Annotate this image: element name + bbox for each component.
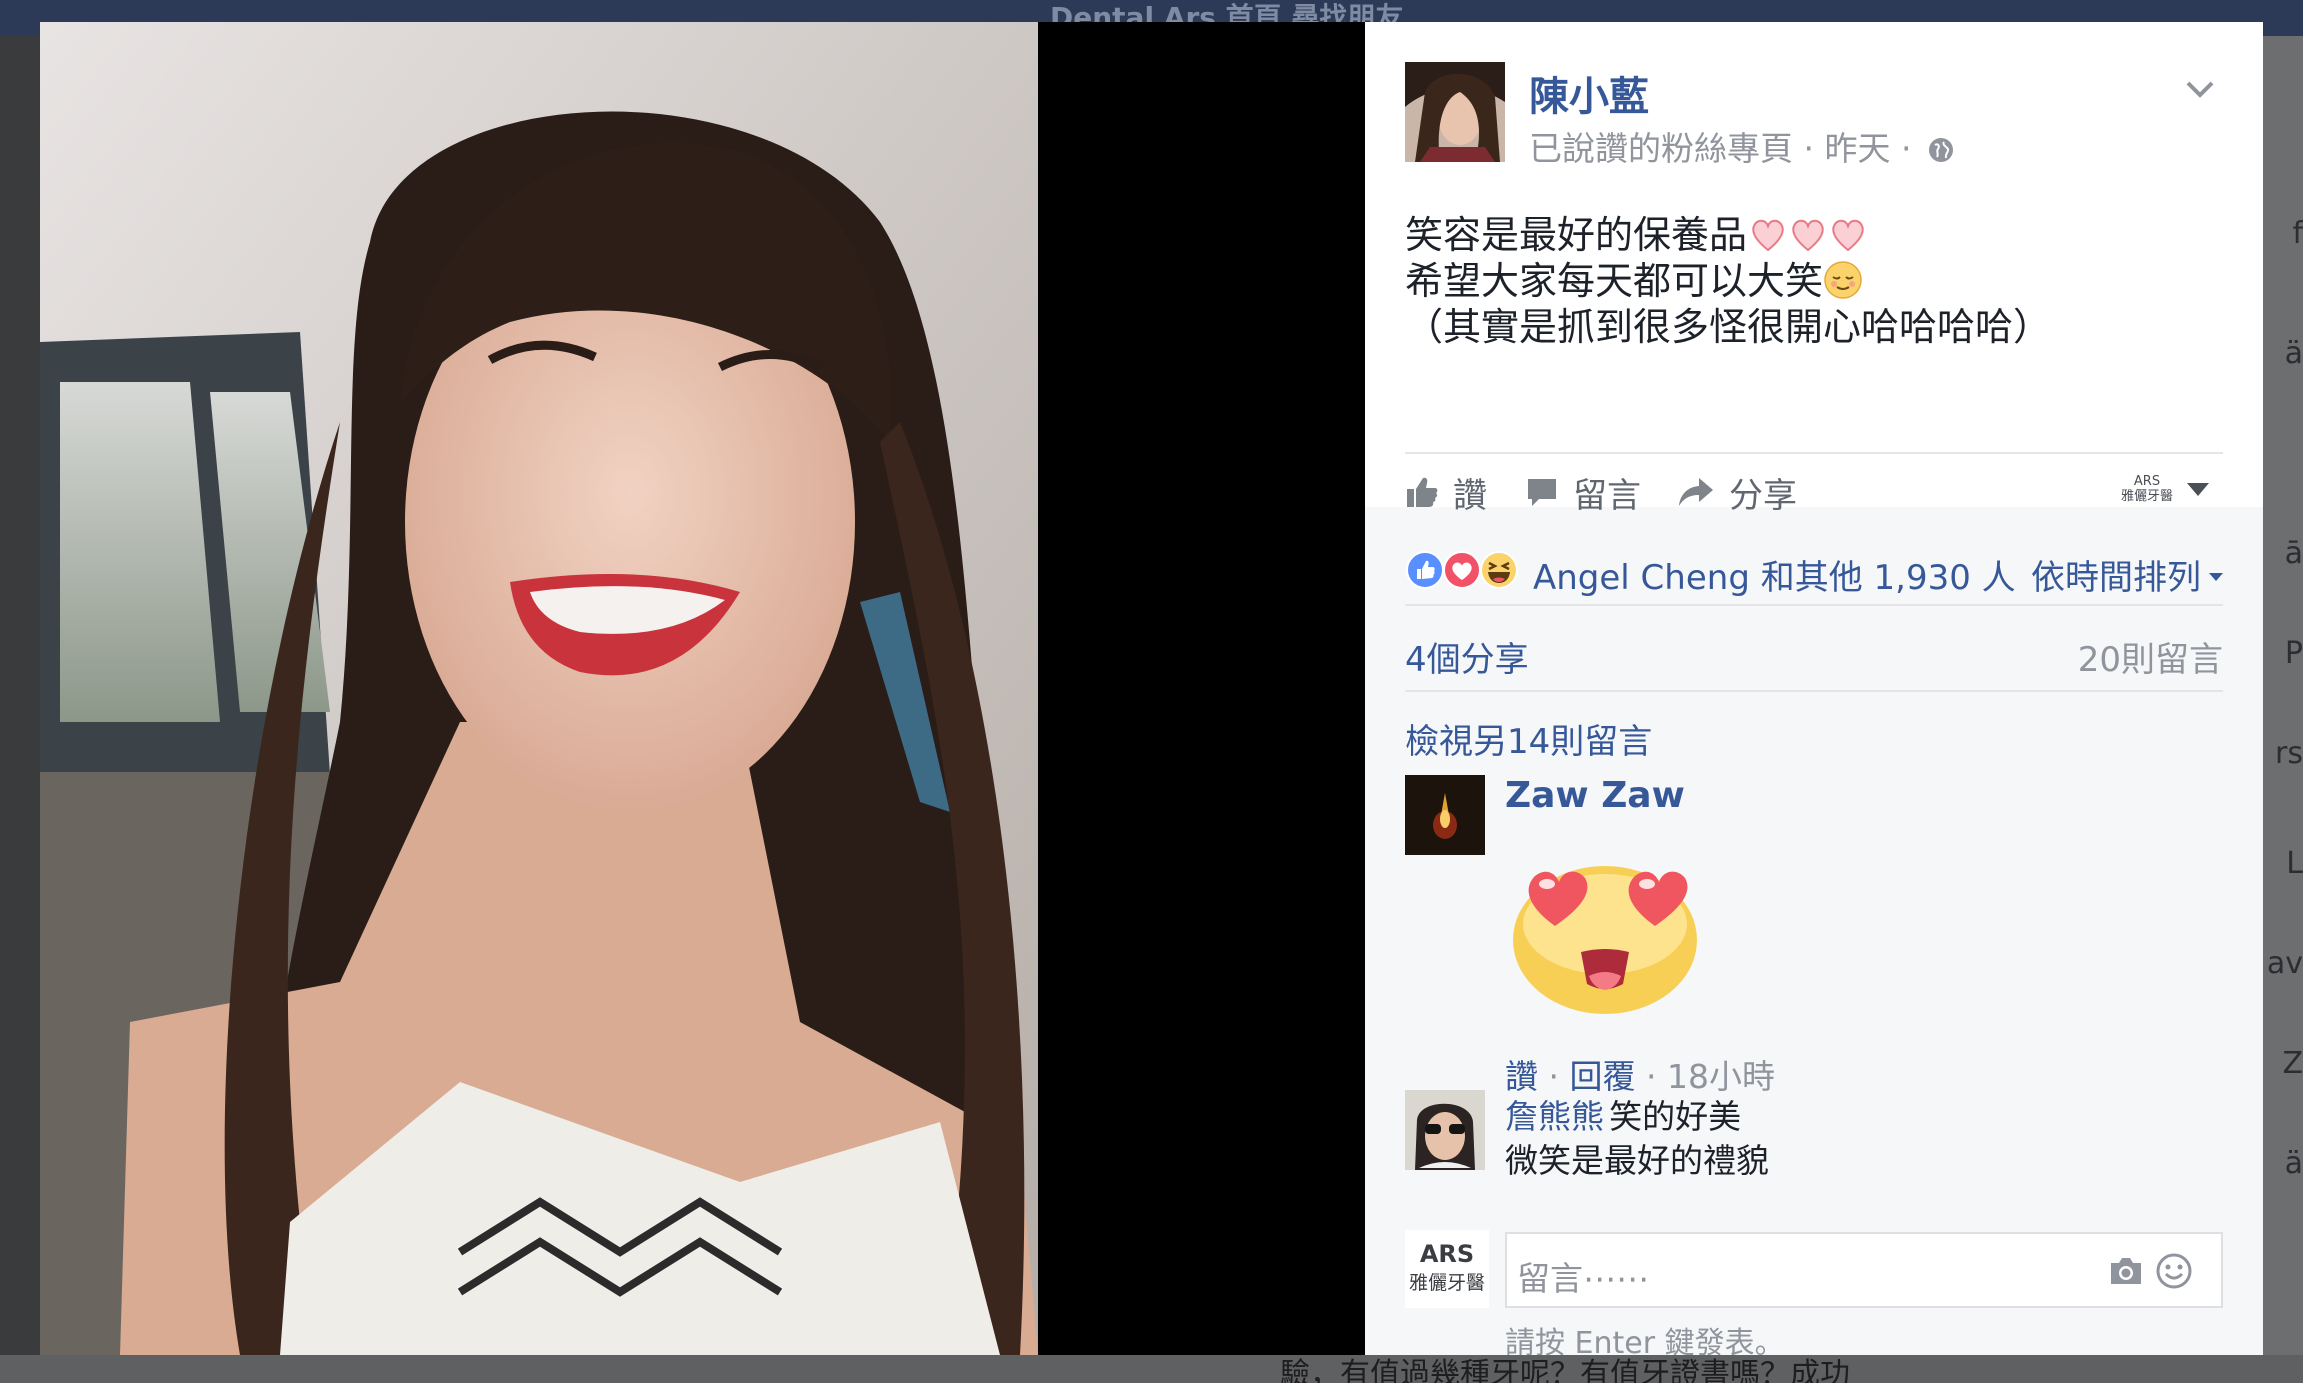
relieved-face-icon: [1824, 261, 1862, 299]
author-name[interactable]: 陳小藍: [1529, 64, 1649, 122]
composer-logo-line2: 雅儷牙醫: [1408, 1272, 1485, 1294]
like-button[interactable]: 讚: [1405, 462, 1487, 522]
post-line-text: 笑容是最好的保養品: [1405, 213, 1748, 257]
comment-composer: ARS 雅儷牙醫 留言⋯⋯ 請按 Enter 鍵發表。: [1365, 1212, 2263, 1355]
comment-count: 20則留言: [2077, 640, 2223, 680]
background-right-column: f ä ā P rs L av Z ä: [2263, 36, 2303, 1366]
commenter-avatar-image: [1405, 1090, 1485, 1170]
page-selector[interactable]: ARS 雅儷牙醫: [2121, 474, 2209, 504]
comment-bubble-icon: [1528, 479, 1556, 506]
post-message-line: 希望大家每天都可以大笑: [1405, 258, 2051, 304]
commenter-avatar-image: [1405, 775, 1485, 855]
chevron-down-icon[interactable]: [2183, 72, 2217, 106]
post-meta-text: 已說讚的粉絲專頁 · 昨天 ·: [1529, 129, 1912, 168]
background-fragment: ā: [2284, 536, 2303, 571]
background-bottom-text: 驗，有值過幾種牙呢？有值牙證書嗎？成功: [1280, 1357, 1850, 1383]
comment-button[interactable]: 留言: [1525, 462, 1641, 522]
background-fragment: rs: [2275, 736, 2303, 771]
heart-icon: [1792, 219, 1824, 252]
background-fragment: f: [2292, 216, 2303, 251]
share-button-label: 分享: [1729, 475, 1797, 516]
background-fragment: ä: [2284, 1146, 2303, 1181]
post-message-line: 笑容是最好的保養品: [1405, 212, 2051, 258]
share-arrow-icon: [1679, 478, 1713, 506]
divider: [1405, 604, 2223, 606]
commenter-name[interactable]: 詹熊熊: [1505, 1097, 1604, 1136]
like-button-label: 讚: [1453, 475, 1487, 516]
thumbs-up-icon: [1407, 477, 1438, 507]
divider: [1405, 690, 2223, 692]
comment-body: 詹熊熊 笑的好美: [1505, 1090, 1741, 1138]
heart-icon: [1752, 219, 1784, 252]
composer-logo-line1: ARS: [1419, 1240, 1475, 1268]
divider: [1405, 452, 2223, 454]
love-reaction-icon: [1443, 551, 1481, 589]
post-photo[interactable]: [40, 22, 1038, 1355]
post-meta: 已說讚的粉絲專頁 · 昨天 ·: [1529, 122, 1954, 170]
post-details-panel: 陳小藍 已說讚的粉絲專頁 · 昨天 · 笑容是最好的保養品 希望大家每天都可以大…: [1365, 22, 2263, 1355]
share-count[interactable]: 4個分享: [1405, 632, 1529, 681]
background-fragment: Z: [2282, 1046, 2303, 1081]
commenter-avatar[interactable]: [1405, 1090, 1485, 1170]
sort-label: 依時間排列: [2031, 558, 2201, 598]
background-fragment: ä: [2284, 336, 2303, 371]
comment-text: 笑的好美: [1609, 1097, 1742, 1136]
page-badge-line1: ARS: [2133, 474, 2161, 489]
reaction-icons[interactable]: [1405, 550, 1535, 590]
comment-input-placeholder: 留言⋯⋯: [1517, 1259, 1649, 1298]
background-fragment: L: [2286, 846, 2303, 881]
comment-input[interactable]: 留言⋯⋯: [1505, 1232, 2223, 1308]
like-reaction-icon: [1406, 551, 1444, 589]
haha-reaction-icon: [1480, 551, 1518, 589]
globe-icon[interactable]: [1928, 137, 1954, 163]
heart-eyes-face-sticker: [1513, 866, 1697, 1014]
share-button[interactable]: 分享: [1677, 462, 1797, 522]
post-message-line: （其實是抓到很多怪很開心哈哈哈哈）: [1405, 305, 2052, 349]
post-actions-bar: 讚 留言 分享 ARS 雅儷牙醫: [1405, 462, 2223, 522]
emoji-smiley-icon[interactable]: [2155, 1252, 2193, 1290]
view-more-comments-link[interactable]: 檢視另14則留言: [1405, 714, 1652, 763]
author-avatar[interactable]: [1405, 62, 1505, 162]
post-line-text: 希望大家每天都可以大笑: [1405, 259, 1824, 303]
selfie-photo: [40, 22, 1038, 1355]
comment-button-label: 留言: [1573, 475, 1641, 516]
post-message: 笑容是最好的保養品 希望大家每天都可以大笑 （其實是抓到很多怪很開心哈哈哈哈）: [1405, 212, 2051, 350]
caret-down-icon: [2209, 573, 2223, 581]
page-badge-line2: 雅儷牙醫: [2120, 489, 2173, 504]
camera-icon[interactable]: [2107, 1254, 2145, 1288]
comment-text-line2: 微笑是最好的禮貌: [1505, 1141, 1769, 1180]
composer-page-avatar[interactable]: ARS 雅儷牙醫: [1405, 1230, 1489, 1308]
sort-dropdown[interactable]: 依時間排列: [2031, 550, 2223, 599]
commenter-avatar[interactable]: [1405, 775, 1485, 855]
photo-theater: [40, 22, 1365, 1355]
reactions-summary: Angel Cheng 和其他 1,930 人 依時間排列: [1405, 532, 2223, 602]
heart-icon: [1832, 219, 1864, 252]
page-badge: ARS 雅儷牙醫: [2121, 474, 2173, 504]
commenter-name[interactable]: Zaw Zaw: [1505, 775, 1685, 816]
enter-to-post-hint: 請按 Enter 鍵發表。: [1505, 1326, 1785, 1355]
author-avatar-image: [1405, 62, 1505, 162]
reaction-summary-text[interactable]: Angel Cheng 和其他 1,930 人: [1533, 550, 2016, 599]
background-fragment: P: [2284, 636, 2303, 671]
background-fragment: av: [2266, 946, 2303, 981]
caret-down-icon: [2187, 482, 2209, 496]
background-bottom-strip: 驗，有值過幾種牙呢？有值牙證書嗎？成功: [0, 1355, 2303, 1383]
